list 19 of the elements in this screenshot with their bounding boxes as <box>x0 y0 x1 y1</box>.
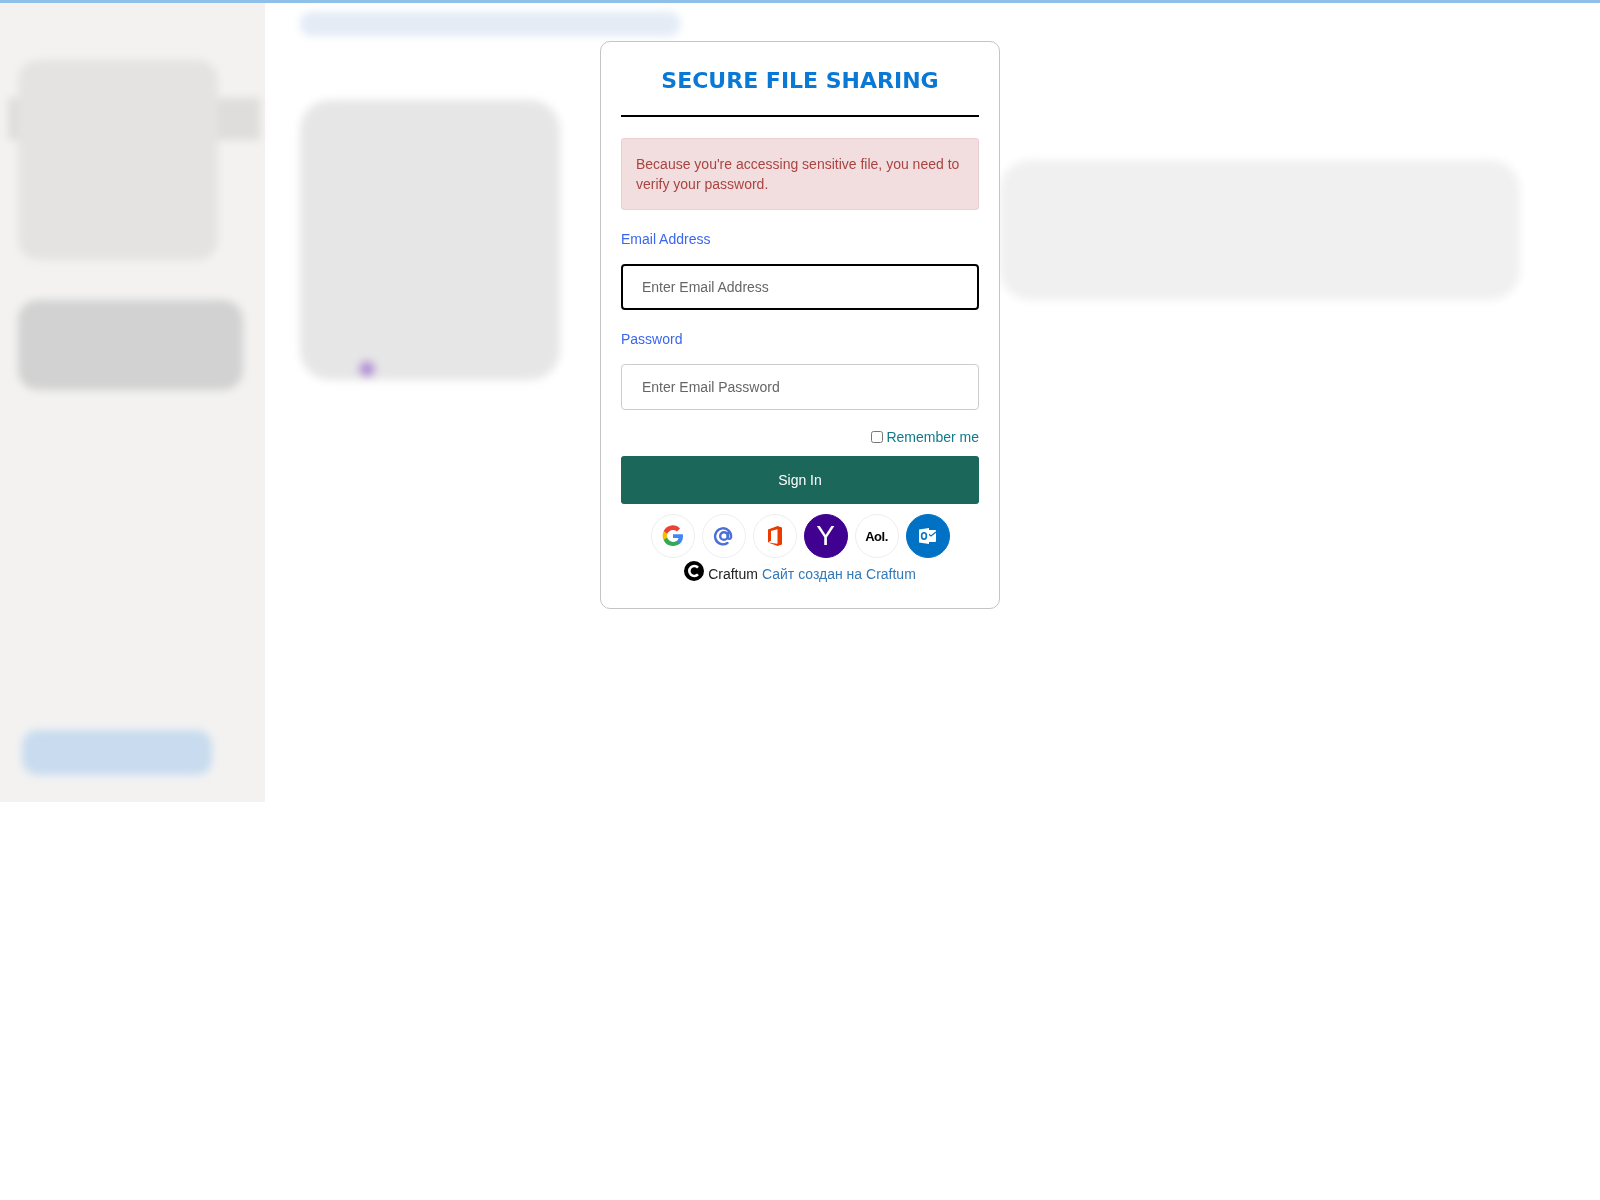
google-icon <box>660 524 685 548</box>
dialog-title: SECURE FILE SHARING <box>661 68 939 93</box>
email-login-button[interactable] <box>701 514 746 558</box>
google-login-button[interactable] <box>650 514 695 558</box>
sign-in-button[interactable]: Sign In <box>621 456 979 504</box>
field-label: Password <box>621 331 683 347</box>
password-field[interactable]: Enter Email Password <box>621 364 979 410</box>
c-logo-icon <box>684 561 705 581</box>
remember-checkbox[interactable] <box>871 431 884 443</box>
brand-name: Craftum <box>708 566 758 582</box>
alert-message: Because you're accessing sensitive file, you need to verify your password. <box>621 138 979 210</box>
site-link[interactable]: Сайт создан на Craftum <box>761 566 916 582</box>
office-login-button[interactable] <box>752 514 797 558</box>
field-label: Email Address <box>621 231 711 247</box>
aol-login-button[interactable]: Aol. <box>854 514 899 558</box>
remember-label[interactable]: Remember me <box>886 429 979 445</box>
yahoo-login-button[interactable]: Y <box>803 514 848 558</box>
outlook-login-button[interactable] <box>905 514 950 558</box>
email-field[interactable]: Enter Email Address <box>621 264 979 310</box>
